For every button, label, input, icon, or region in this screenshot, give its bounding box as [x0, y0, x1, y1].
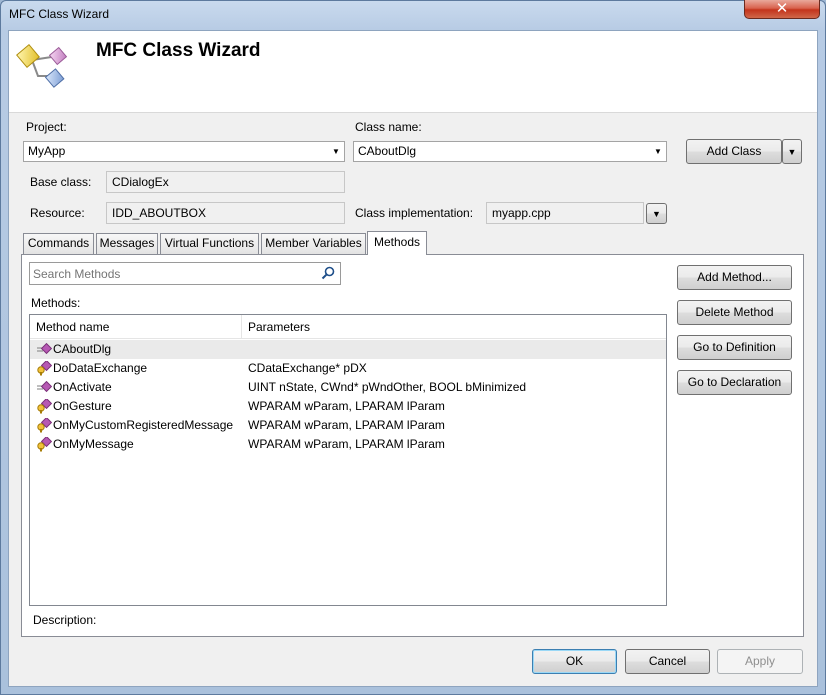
- project-value: MyApp: [28, 144, 66, 158]
- methods-label: Methods:: [31, 296, 81, 310]
- class-implementation-dropdown-button[interactable]: ▼: [646, 203, 667, 224]
- apply-button[interactable]: Apply: [717, 649, 803, 674]
- method-parameters: WPARAM wParam, LPARAM lParam: [248, 437, 445, 451]
- column-header-method-name[interactable]: Method name: [30, 315, 241, 339]
- add-class-button[interactable]: Add Class: [686, 139, 782, 164]
- add-class-dropdown-button[interactable]: ▼: [782, 139, 802, 164]
- chevron-down-icon: ▼: [654, 147, 662, 156]
- method-icon: [37, 342, 52, 355]
- project-combo[interactable]: MyApp ▼: [23, 141, 345, 162]
- method-name: CAboutDlg: [53, 342, 112, 356]
- chevron-down-icon: ▼: [332, 147, 340, 156]
- class-implementation-field: myapp.cpp: [486, 202, 644, 224]
- close-button[interactable]: ✕: [744, 0, 820, 19]
- class-name-value: CAboutDlg: [358, 144, 417, 158]
- ok-button[interactable]: OK: [532, 649, 617, 674]
- method-row-onmymessage[interactable]: OnMyMessage WPARAM wParam, LPARAM lParam: [30, 435, 666, 454]
- method-parameters: WPARAM wParam, LPARAM lParam: [248, 418, 445, 432]
- class-name-label: Class name:: [355, 120, 422, 134]
- chevron-down-icon: ▼: [787, 147, 797, 157]
- protected-method-icon: [37, 399, 52, 414]
- method-name: DoDataExchange: [53, 361, 148, 375]
- go-to-definition-button[interactable]: Go to Definition: [677, 335, 792, 360]
- method-name: OnActivate: [53, 380, 112, 394]
- tab-messages[interactable]: Messages: [96, 233, 158, 254]
- resource-label: Resource:: [30, 206, 85, 220]
- tab-virtual-functions[interactable]: Virtual Functions: [160, 233, 259, 254]
- method-name: OnGesture: [53, 399, 112, 413]
- methods-list-header: Method name Parameters: [30, 315, 666, 339]
- description-label: Description:: [33, 613, 97, 627]
- wizard-title: MFC Class Wizard: [96, 40, 261, 61]
- protected-method-icon: [37, 418, 52, 433]
- method-icon: [37, 380, 52, 393]
- tab-methods[interactable]: Methods: [367, 231, 427, 255]
- method-row-onmycustomregisteredmessage[interactable]: OnMyCustomRegisteredMessage WPARAM wPara…: [30, 416, 666, 435]
- base-class-label: Base class:: [30, 175, 92, 189]
- tab-member-variables[interactable]: Member Variables: [261, 233, 366, 254]
- method-row-caboutdlg[interactable]: CAboutDlg: [30, 340, 666, 359]
- search-methods-input[interactable]: [33, 265, 313, 282]
- method-parameters: CDataExchange* pDX: [248, 361, 367, 375]
- chevron-down-icon: ▼: [652, 209, 661, 219]
- method-row-onactivate[interactable]: OnActivate UINT nState, CWnd* pWndOther,…: [30, 378, 666, 397]
- method-parameters: WPARAM wParam, LPARAM lParam: [248, 399, 445, 413]
- method-name: OnMyMessage: [53, 437, 134, 451]
- add-method-button[interactable]: Add Method...: [677, 265, 792, 290]
- method-name: OnMyCustomRegisteredMessage: [53, 418, 234, 432]
- method-parameters: UINT nState, CWnd* pWndOther, BOOL bMini…: [248, 380, 527, 394]
- delete-method-button[interactable]: Delete Method: [677, 300, 792, 325]
- window-title: MFC Class Wizard: [9, 7, 110, 21]
- base-class-field: CDialogEx: [106, 171, 345, 193]
- class-wizard-icon: [16, 44, 68, 88]
- resource-field: IDD_ABOUTBOX: [106, 202, 345, 224]
- search-icon[interactable]: [320, 265, 336, 281]
- cancel-button[interactable]: Cancel: [625, 649, 710, 674]
- project-label: Project:: [26, 120, 67, 134]
- class-name-combo[interactable]: CAboutDlg ▼: [353, 141, 667, 162]
- protected-method-icon: [37, 437, 52, 452]
- class-implementation-label: Class implementation:: [355, 206, 474, 220]
- protected-method-icon: [37, 361, 52, 376]
- go-to-declaration-button[interactable]: Go to Declaration: [677, 370, 792, 395]
- methods-list: Method name Parameters CAboutDlg DoDataE…: [29, 314, 667, 606]
- method-row-ongesture[interactable]: OnGesture WPARAM wParam, LPARAM lParam: [30, 397, 666, 416]
- tab-commands[interactable]: Commands: [23, 233, 94, 254]
- column-header-parameters[interactable]: Parameters: [242, 315, 666, 339]
- search-methods-box: [29, 262, 341, 285]
- method-row-dodataexchange[interactable]: DoDataExchange CDataExchange* pDX: [30, 359, 666, 378]
